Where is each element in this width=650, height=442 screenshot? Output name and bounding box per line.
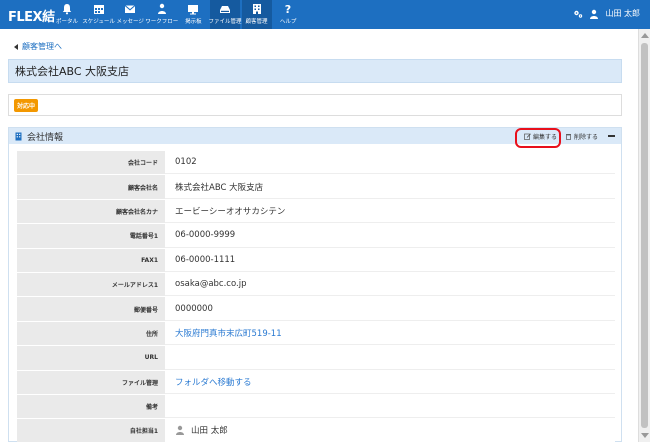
field-value	[165, 346, 615, 370]
drive-icon	[219, 6, 230, 13]
field-label: 顧客会社名	[17, 175, 165, 199]
top-navigation-bar: FLEX結 ポータル スケジュール メッセージ ワークフロー 掲示板 ファイル管…	[0, 0, 650, 29]
user-icon	[590, 9, 599, 19]
table-row: 顧客会社名 株式会社ABC 大阪支店	[17, 175, 615, 200]
field-label: 会社コード	[17, 151, 165, 175]
gears-icon[interactable]	[573, 9, 583, 19]
field-value	[165, 394, 615, 419]
nav-item-file[interactable]: ファイル管理	[208, 0, 242, 29]
field-label: 備考	[17, 394, 165, 419]
field-label: メールアドレス1	[17, 272, 165, 297]
field-label: 顧客会社名カナ	[17, 199, 165, 224]
svg-text:?: ?	[285, 3, 291, 15]
building-icon	[252, 4, 261, 14]
table-row: 顧客会社名カナ エービーシーオオサカシテン	[17, 199, 615, 225]
trash-icon	[565, 133, 571, 140]
user-icon	[176, 426, 184, 436]
field-value: 06-0000-9999	[165, 224, 615, 248]
field-value: 0000000	[165, 297, 615, 321]
bulletin-icon	[188, 5, 199, 15]
nav-label: ワークフロー	[145, 19, 179, 25]
table-row: 電話番号1 06-0000-9999	[17, 224, 615, 249]
collapse-button[interactable]	[608, 135, 615, 137]
nav-item-bulletin[interactable]: 掲示板	[178, 0, 208, 29]
table-row: メールアドレス1 osaka@abc.co.jp	[17, 272, 615, 298]
status-box: 対応中	[8, 94, 622, 116]
nav-label: 掲示板	[185, 19, 202, 25]
nav-item-customer[interactable]: 顧客管理	[241, 0, 272, 29]
scroll-thumb[interactable]	[641, 43, 648, 428]
delete-button[interactable]: 削除する	[565, 132, 598, 141]
company-info-table: 会社コード 0102 顧客会社名 株式会社ABC 大阪支店 顧客会社名カナ エー…	[17, 151, 615, 442]
app-logo[interactable]: FLEX結	[8, 6, 55, 25]
nav-label: スケジュール	[82, 19, 115, 25]
back-to-customers-link[interactable]: 顧客管理へ	[14, 41, 62, 52]
field-label: FAX1	[17, 248, 165, 272]
calendar-icon	[93, 5, 104, 14]
table-row: 自社担当1 山田 太郎	[17, 419, 615, 442]
nav-item-schedule[interactable]: スケジュール	[82, 0, 115, 29]
scroll-down-arrow-icon[interactable]	[641, 433, 649, 438]
table-row: FAX1 06-0000-1111	[17, 248, 615, 273]
status-badge: 対応中	[14, 98, 39, 112]
staff-value: 山田 太郎	[165, 419, 615, 442]
scroll-up-arrow-icon[interactable]	[641, 33, 649, 38]
user-menu[interactable]: 山田 太郎	[573, 8, 640, 19]
field-label: ファイル管理	[17, 370, 165, 394]
table-row: 会社コード 0102	[17, 151, 615, 176]
field-value: エービーシーオオサカシテン	[165, 199, 615, 224]
user-name: 山田 太郎	[605, 9, 640, 18]
nav-label: ファイル管理	[208, 19, 242, 25]
vertical-scrollbar[interactable]	[638, 29, 650, 442]
page-title: 株式会社ABC 大阪支店	[15, 65, 130, 78]
nav-item-portal[interactable]: ポータル	[52, 0, 82, 29]
table-row: 郵便番号 0000000	[17, 297, 615, 322]
back-link-label: 顧客管理へ	[22, 42, 62, 51]
nav-item-workflow[interactable]: ワークフロー	[145, 0, 179, 29]
delete-label: 削除する	[573, 133, 598, 141]
envelope-icon	[124, 5, 136, 13]
table-row: ファイル管理 フォルダへ移動する	[17, 370, 615, 395]
nav-label: ヘルプ	[279, 19, 297, 25]
field-label: URL	[17, 346, 165, 370]
building-icon	[15, 132, 22, 140]
staff-name: 山田 太郎	[191, 426, 228, 437]
main-nav: ポータル スケジュール メッセージ ワークフロー 掲示板 ファイル管理 顧客管理…	[52, 0, 305, 29]
address-map-link[interactable]: 大阪府門真市末広町519-11	[165, 321, 615, 346]
company-info-panel: 会社情報 編集する 削除する 会社コード 0102 顧客会社名 株式会社ABC …	[8, 127, 622, 442]
field-label: 郵便番号	[17, 297, 165, 321]
open-folder-link[interactable]: フォルダへ移動する	[165, 370, 615, 394]
field-label: 自社担当1	[17, 419, 165, 442]
nav-label: メッセージ	[116, 19, 144, 25]
page-title-box: 株式会社ABC 大阪支店	[8, 59, 622, 83]
panel-title-label: 会社情報	[27, 132, 64, 143]
field-value: 06-0000-1111	[165, 248, 615, 272]
main-content: 顧客管理へ 株式会社ABC 大阪支店 対応中 会社情報 編集する 削除する 会社…	[0, 29, 638, 442]
back-arrow-icon	[14, 43, 18, 50]
nav-item-help[interactable]: ? ヘルプ	[273, 0, 303, 29]
panel-title: 会社情報	[14, 130, 63, 143]
field-value: 0102	[165, 151, 615, 175]
table-row: URL	[17, 346, 615, 371]
help-icon: ?	[285, 3, 291, 15]
field-label: 住所	[17, 321, 165, 346]
field-value: osaka@abc.co.jp	[165, 272, 615, 297]
table-row: 備考	[17, 394, 615, 420]
bell-icon	[62, 4, 72, 15]
nav-label: ポータル	[55, 19, 78, 25]
nav-item-message[interactable]: メッセージ	[115, 0, 145, 29]
field-label: 電話番号1	[17, 224, 165, 248]
workflow-icon	[157, 3, 166, 14]
edit-highlight-circle	[515, 128, 561, 148]
nav-label: 顧客管理	[245, 19, 268, 25]
field-value: 株式会社ABC 大阪支店	[165, 175, 615, 199]
table-row: 住所 大阪府門真市末広町519-11	[17, 321, 615, 347]
